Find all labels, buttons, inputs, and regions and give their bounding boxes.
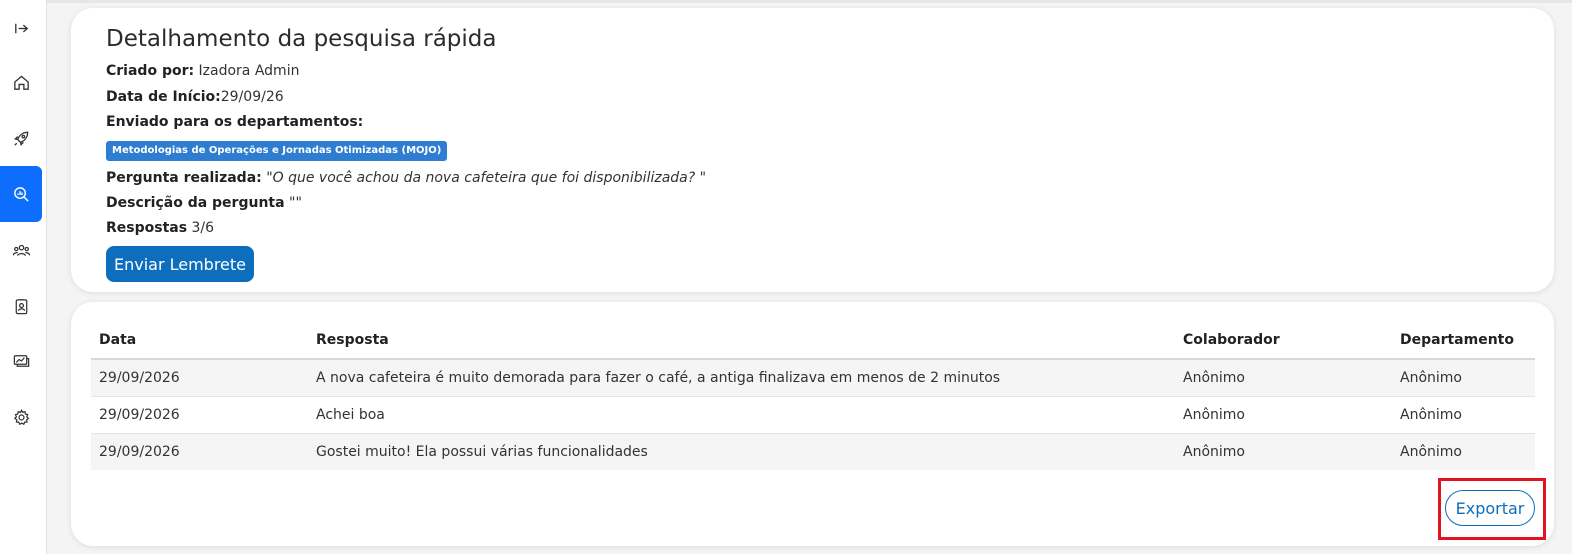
created-by-row: Criado por: Izadora Admin bbox=[106, 63, 299, 79]
gear-icon bbox=[13, 408, 29, 425]
sidebar bbox=[0, 0, 47, 554]
cell-response: A nova cafeteira é muito demorada para f… bbox=[308, 359, 1175, 397]
responses-card: Data Resposta Colaborador Departamento 2… bbox=[71, 302, 1554, 546]
sidebar-item-search[interactable] bbox=[0, 166, 42, 222]
cell-date: 29/09/2026 bbox=[91, 433, 308, 470]
cell-date: 29/09/2026 bbox=[91, 359, 308, 397]
question-row: Pergunta realizada: "O que você achou da… bbox=[106, 170, 706, 186]
sidebar-item-home[interactable] bbox=[0, 54, 42, 110]
badge-icon bbox=[15, 298, 27, 314]
responses-table: Data Resposta Colaborador Departamento 2… bbox=[91, 322, 1535, 470]
description-value: "" bbox=[284, 195, 302, 211]
cell-collaborator: Anônimo bbox=[1175, 396, 1392, 434]
question-value: "O que você achou da nova cafeteira que … bbox=[261, 170, 707, 186]
department-badge: Metodologias de Operações e Jornadas Oti… bbox=[106, 141, 448, 161]
question-label: Pergunta realizada: bbox=[106, 170, 262, 186]
responses-label: Respostas bbox=[106, 220, 188, 236]
table-header-row: Data Resposta Colaborador Departamento bbox=[91, 322, 1535, 360]
departments-label: Enviado para os departamentos: bbox=[106, 114, 364, 130]
sidebar-item-team[interactable] bbox=[0, 222, 42, 278]
column-header-departamento[interactable]: Departamento bbox=[1392, 322, 1535, 360]
cell-response: Achei boa bbox=[308, 396, 1175, 434]
column-header-colaborador[interactable]: Colaborador bbox=[1175, 322, 1392, 360]
start-date-row: Data de Início:29/09/26 bbox=[106, 89, 284, 105]
cell-department: Anônimo bbox=[1392, 396, 1535, 434]
sidebar-item-reports[interactable] bbox=[0, 332, 42, 388]
search-analytics-icon bbox=[13, 186, 29, 202]
sidebar-expand[interactable] bbox=[0, 0, 42, 56]
team-icon bbox=[12, 244, 30, 256]
rocket-icon bbox=[13, 131, 28, 146]
sidebar-item-settings[interactable] bbox=[0, 389, 42, 445]
cell-collaborator: Anônimo bbox=[1175, 359, 1392, 397]
responses-row: Respostas 3/6 bbox=[106, 220, 214, 236]
table-row: 29/09/2026 Gostei muito! Ela possui vári… bbox=[91, 433, 1535, 470]
sidebar-item-badge[interactable] bbox=[0, 278, 42, 334]
column-header-data[interactable]: Data bbox=[91, 322, 308, 360]
start-date-value: 29/09/26 bbox=[220, 89, 284, 105]
table-row: 29/09/2026 Achei boa Anônimo Anônimo bbox=[91, 396, 1535, 434]
page-title: Detalhamento da pesquisa rápida bbox=[106, 26, 497, 52]
survey-detail-card: Detalhamento da pesquisa rápida Criado p… bbox=[71, 8, 1554, 292]
export-button[interactable]: Exportar bbox=[1445, 490, 1535, 526]
send-reminder-button[interactable]: Enviar Lembrete bbox=[106, 246, 254, 282]
description-label: Descrição da pergunta bbox=[106, 195, 285, 211]
description-row: Descrição da pergunta "" bbox=[106, 195, 302, 211]
top-divider bbox=[47, 0, 1572, 3]
cell-department: Anônimo bbox=[1392, 433, 1535, 470]
created-by-label: Criado por: bbox=[106, 63, 195, 79]
column-header-resposta[interactable]: Resposta bbox=[308, 322, 1175, 360]
cell-response: Gostei muito! Ela possui várias funciona… bbox=[308, 433, 1175, 470]
start-date-label: Data de Início: bbox=[106, 89, 221, 105]
cell-department: Anônimo bbox=[1392, 359, 1535, 397]
expand-icon bbox=[14, 23, 28, 33]
table-row: 29/09/2026 A nova cafeteira é muito demo… bbox=[91, 359, 1535, 397]
chart-card-icon bbox=[13, 354, 29, 367]
departments-row: Enviado para os departamentos: bbox=[106, 114, 363, 130]
cell-collaborator: Anônimo bbox=[1175, 433, 1392, 470]
cell-date: 29/09/2026 bbox=[91, 396, 308, 434]
responses-value: 3/6 bbox=[187, 220, 215, 236]
sidebar-item-rocket[interactable] bbox=[0, 110, 42, 166]
home-icon bbox=[13, 74, 29, 90]
created-by-value: Izadora Admin bbox=[194, 63, 300, 79]
